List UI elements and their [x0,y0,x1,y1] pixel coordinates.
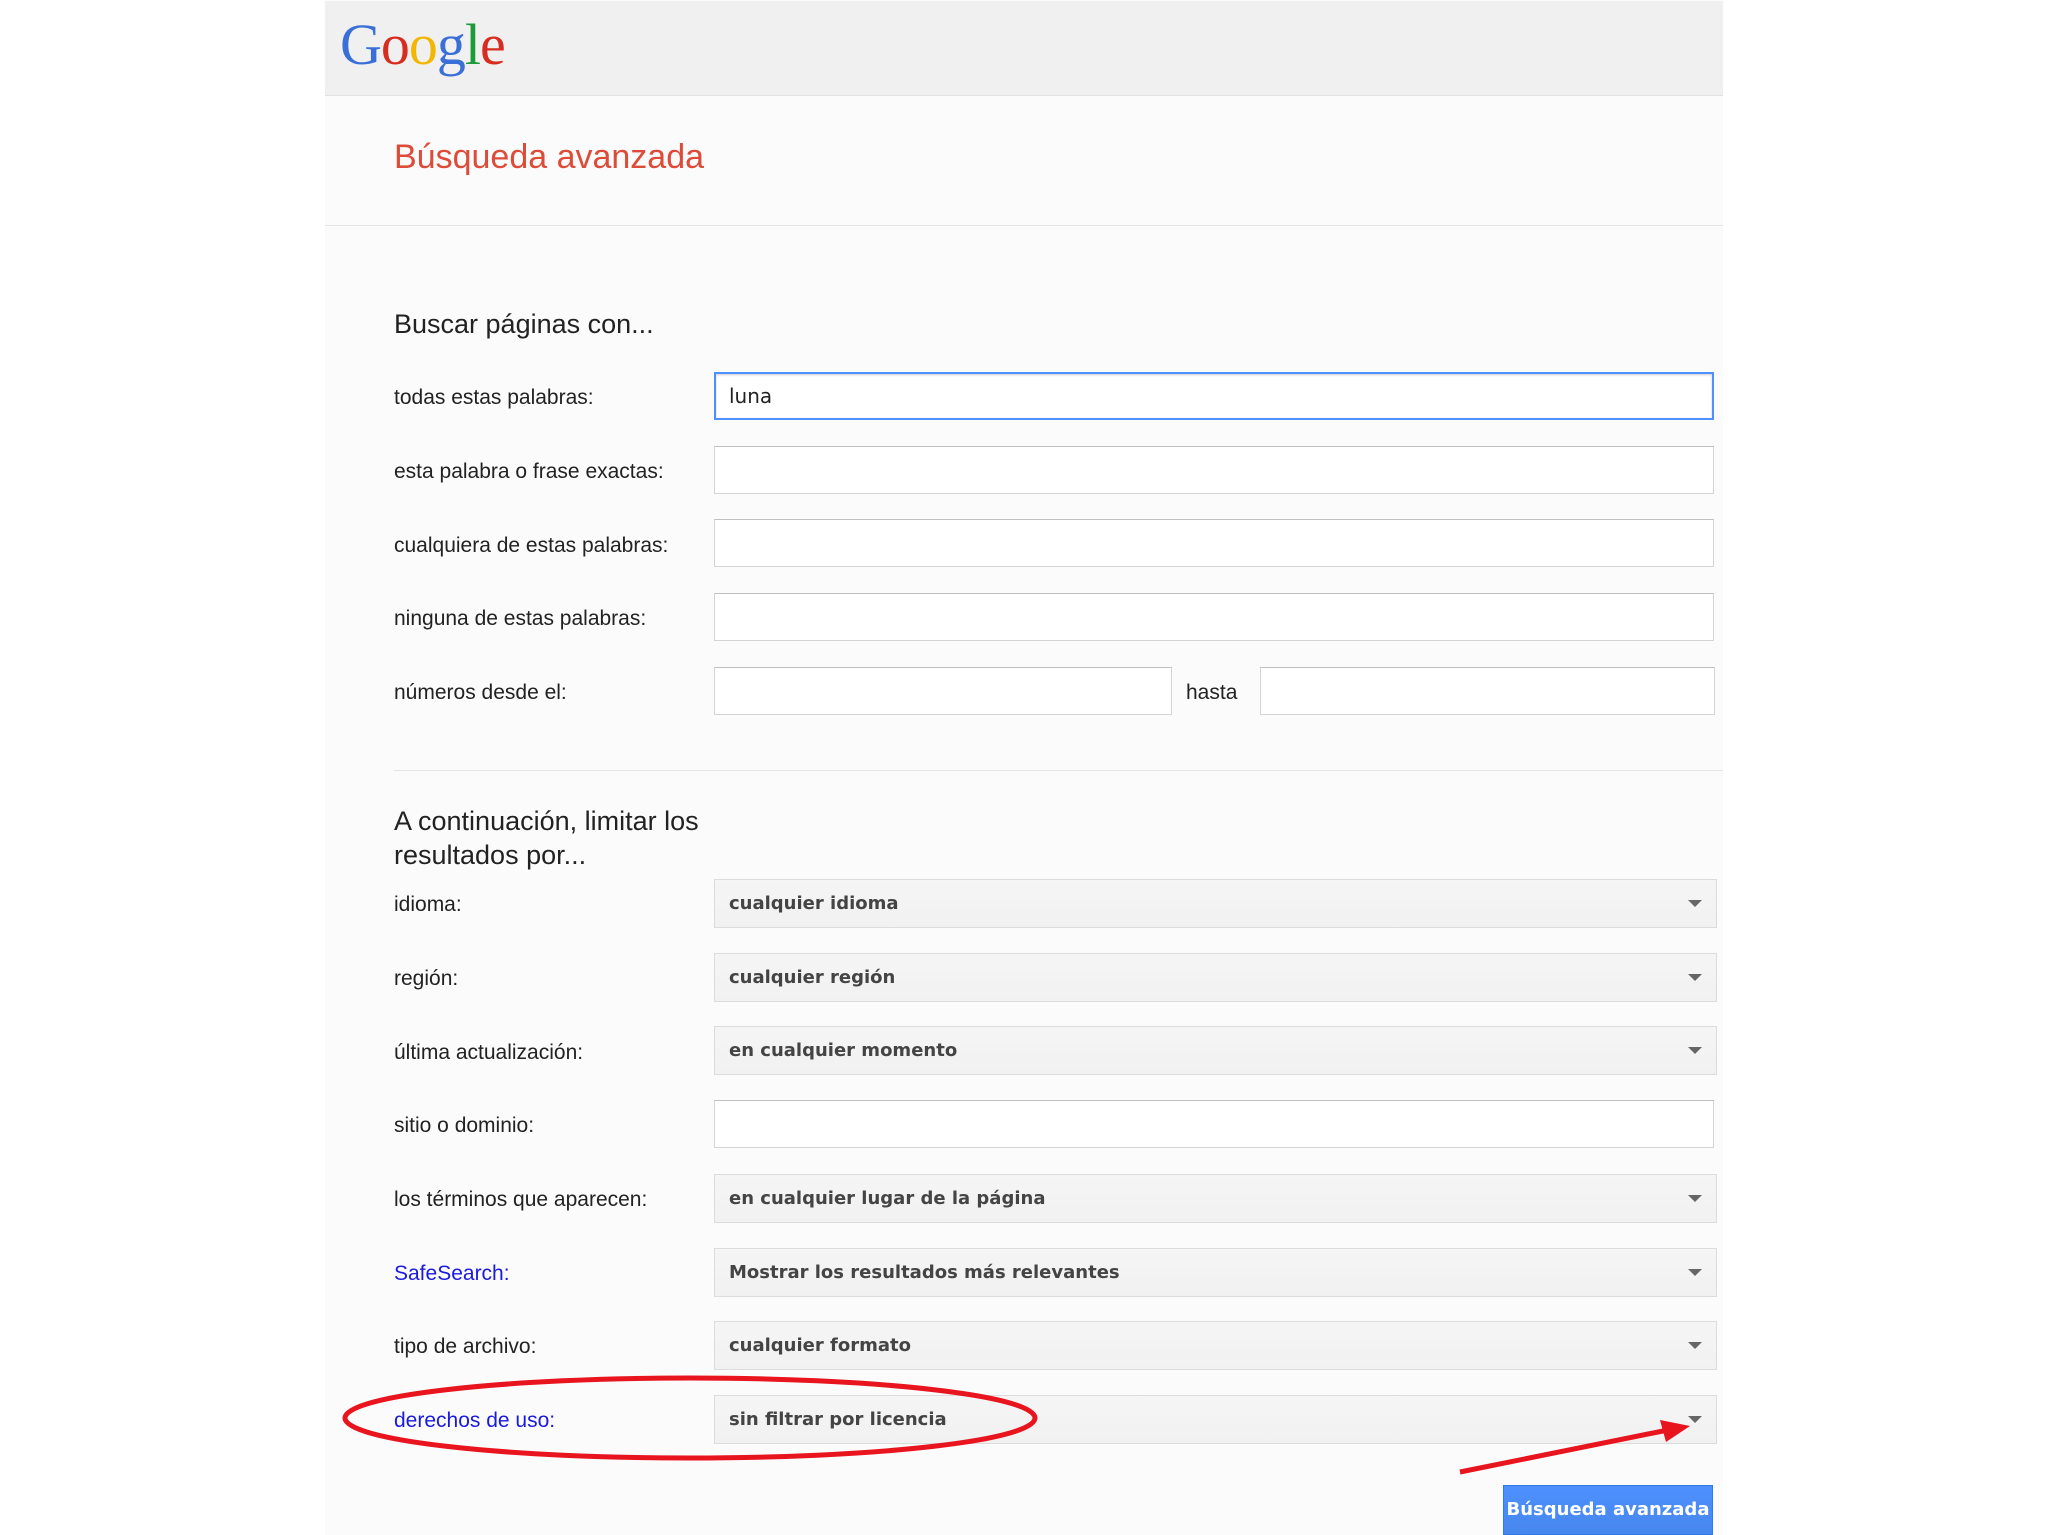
page-title: Búsqueda avanzada [394,138,705,176]
none-words-label: ninguna de estas palabras: [394,607,647,630]
section-heading-narrow-results: A continuación, limitar los resultados p… [394,806,699,870]
safesearch-select-value: Mostrar los resultados más relevantes [729,1262,1120,1283]
language-select-value: cualquier idioma [729,893,899,914]
dropdown-arrow-icon [1688,900,1702,907]
logo-letter: o [380,12,410,77]
region-select-value: cualquier región [729,967,896,988]
header-bar [325,1,1723,96]
dropdown-arrow-icon [1688,1195,1702,1202]
language-select[interactable]: cualquier idioma [714,879,1717,928]
terms-appear-select[interactable]: en cualquier lugar de la página [714,1174,1717,1223]
divider [394,770,1723,771]
dropdown-arrow-icon [1688,974,1702,981]
logo-letter: l [464,12,481,77]
usage-rights-select-value: sin filtrar por licencia [729,1409,947,1430]
dropdown-arrow-icon [1688,1047,1702,1054]
dropdown-arrow-icon [1688,1416,1702,1423]
dropdown-arrow-icon [1688,1269,1702,1276]
exact-phrase-input[interactable] [714,446,1714,494]
logo-letter: g [436,12,466,77]
all-words-input[interactable]: luna [714,372,1714,420]
advanced-search-button[interactable]: Búsqueda avanzada [1503,1485,1713,1535]
dropdown-arrow-icon [1688,1342,1702,1349]
file-type-select[interactable]: cualquier formato [714,1321,1717,1370]
google-logo[interactable]: Google [340,6,506,84]
logo-letter: e [480,12,506,77]
numbers-to-input[interactable] [1260,667,1715,715]
last-update-select-value: en cualquier momento [729,1040,958,1061]
file-type-select-value: cualquier formato [729,1335,911,1356]
last-update-select[interactable]: en cualquier momento [714,1026,1717,1075]
any-words-input[interactable] [714,519,1714,567]
any-words-label: cualquiera de estas palabras: [394,534,669,557]
none-words-input[interactable] [714,593,1714,641]
numbers-from-input[interactable] [714,667,1172,715]
advanced-search-page: Google Búsqueda avanzada Buscar páginas … [0,0,2048,1535]
usage-rights-link[interactable]: derechos de uso: [394,1409,555,1433]
usage-rights-select[interactable]: sin filtrar por licencia [714,1395,1717,1444]
region-label: región: [394,967,459,990]
numbers-from-label: números desde el: [394,681,567,704]
region-select[interactable]: cualquier región [714,953,1717,1002]
safesearch-link[interactable]: SafeSearch: [394,1262,510,1286]
exact-phrase-label: esta palabra o frase exactas: [394,460,664,483]
section-heading-find-pages: Buscar páginas con... [394,309,654,339]
all-words-label: todas estas palabras: [394,386,594,409]
last-update-label: última actualización: [394,1041,584,1064]
file-type-label: tipo de archivo: [394,1335,537,1358]
terms-appear-select-value: en cualquier lugar de la página [729,1188,1046,1209]
divider [325,225,1723,226]
language-label: idioma: [394,893,462,916]
site-domain-label: sitio o dominio: [394,1114,535,1137]
site-domain-input[interactable] [714,1100,1714,1148]
terms-appear-label: los términos que aparecen: [394,1188,648,1211]
content-card [325,0,1723,1535]
logo-letter: o [408,12,438,77]
logo-letter: G [340,12,382,77]
numbers-to-label: hasta [1186,681,1238,704]
safesearch-select[interactable]: Mostrar los resultados más relevantes [714,1248,1717,1297]
